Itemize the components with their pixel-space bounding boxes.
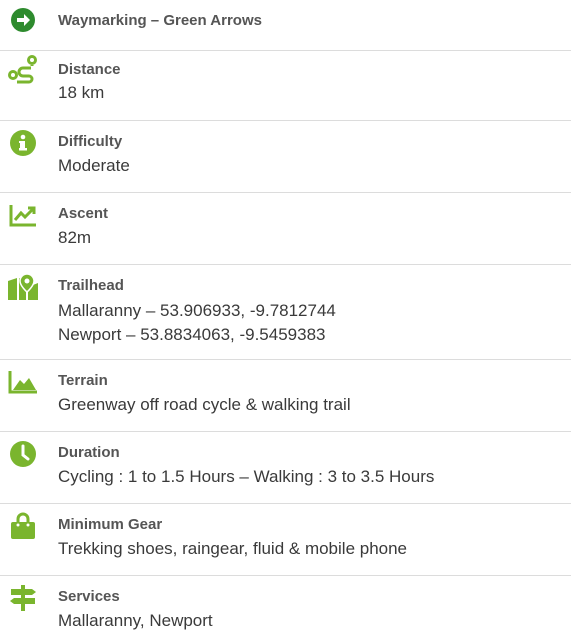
info-value: Greenway off road cycle & walking trail xyxy=(58,395,351,414)
trail-info-list: Waymarking – Green Arrows Distance 18 km… xyxy=(0,0,571,644)
info-row-services: Services Mallaranny, Newport xyxy=(0,576,571,644)
info-row-distance: Distance 18 km xyxy=(0,51,571,121)
info-title: Terrain xyxy=(58,372,108,389)
info-value: 18 km xyxy=(58,83,105,102)
route-icon xyxy=(7,53,39,85)
info-title: Difficulty xyxy=(58,133,123,150)
info-title: Distance xyxy=(58,61,121,78)
info-title: Minimum Gear xyxy=(58,516,163,533)
info-row-terrain: Terrain Greenway off road cycle & walkin… xyxy=(0,360,571,432)
signpost-icon xyxy=(7,582,39,614)
info-title: Waymarking – Green Arrows xyxy=(58,12,262,29)
info-title: Duration xyxy=(58,444,120,461)
info-value: Moderate xyxy=(58,156,130,175)
map-marker-icon xyxy=(7,271,39,303)
info-value-line: Newport – 53.8834063, -9.5459383 xyxy=(58,325,326,344)
mountain-icon xyxy=(7,366,39,398)
info-value-line: Mallaranny – 53.906933, -9.7812744 xyxy=(58,301,336,320)
info-row-trailhead: Trailhead Mallaranny – 53.906933, -9.781… xyxy=(0,265,571,360)
info-value: Trekking shoes, raingear, fluid & mobile… xyxy=(58,539,408,558)
info-value: Mallaranny, Newport xyxy=(58,611,213,630)
info-value: Cycling : 1 to 1.5 Hours – Walking : 3 t… xyxy=(58,467,435,486)
info-title: Trailhead xyxy=(58,277,124,294)
chart-line-icon xyxy=(7,199,39,231)
info-icon xyxy=(7,127,39,159)
clock-icon xyxy=(7,438,39,470)
info-title: Ascent xyxy=(58,205,109,222)
info-title: Services xyxy=(58,588,120,605)
info-row-minimum-gear: Minimum Gear Trekking shoes, raingear, f… xyxy=(0,504,571,576)
info-row-difficulty: Difficulty Moderate xyxy=(0,121,571,193)
info-row-waymarking: Waymarking – Green Arrows xyxy=(0,0,571,51)
arrow-right-circle-icon xyxy=(7,4,39,36)
info-row-ascent: Ascent 82m xyxy=(0,193,571,265)
shopping-bag-icon xyxy=(7,510,39,542)
info-row-duration: Duration Cycling : 1 to 1.5 Hours – Walk… xyxy=(0,432,571,504)
info-value: 82m xyxy=(58,228,92,247)
